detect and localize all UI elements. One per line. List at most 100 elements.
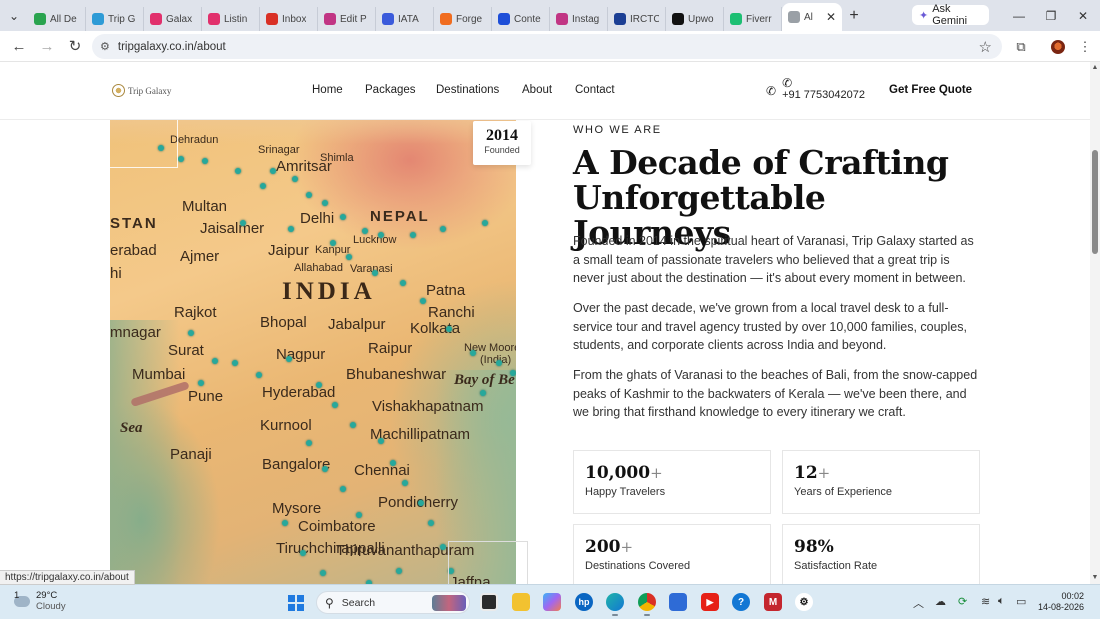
reload-button[interactable]: ↻ (62, 33, 88, 59)
browser-tab[interactable]: Upwo (666, 7, 724, 31)
tab-favicon-icon (324, 13, 336, 25)
tab-label: Inbox (282, 13, 307, 25)
browser-tab[interactable]: Listin (202, 7, 260, 31)
map-city-label: Raipur (368, 340, 413, 357)
tab-search-chevron-icon[interactable]: ⌄ (0, 0, 28, 31)
tab-label: Conte (514, 13, 541, 25)
phone-icon: ✆ (766, 84, 777, 98)
wifi-icon[interactable]: ≋ (981, 595, 990, 608)
chrome-icon[interactable] (638, 593, 656, 616)
battery-icon[interactable]: ▭ (1016, 595, 1026, 608)
scrollbar-thumb[interactable] (1092, 150, 1098, 254)
scroll-down-arrow-icon[interactable]: ▼ (1091, 574, 1099, 581)
browser-menu-icon[interactable]: ⋮ (1072, 31, 1098, 62)
nav-about[interactable]: About (522, 84, 552, 96)
map-route-dot (232, 360, 238, 366)
map-route-dot (330, 240, 336, 246)
map-city-label: Ranchi (428, 304, 475, 321)
task-view-icon[interactable] (480, 593, 498, 611)
minimize-button[interactable]: — (1003, 0, 1035, 31)
volume-icon[interactable]: 🔈︎ (998, 595, 1005, 608)
taskbar-search[interactable]: ⚲ Search (316, 591, 470, 614)
restore-button[interactable]: ❐ (1035, 0, 1067, 31)
map-route-dot (482, 220, 488, 226)
new-tab-button[interactable]: + (842, 7, 866, 25)
map-city-label: Bhopal (260, 314, 307, 331)
logo-emblem-icon (112, 84, 125, 97)
browser-tab[interactable]: Edit P (318, 7, 376, 31)
help-icon[interactable]: ? (732, 593, 750, 611)
map-route-dot (378, 438, 384, 444)
map-route-dot (428, 520, 434, 526)
hp-icon[interactable]: hp (575, 593, 593, 611)
sync-icon[interactable]: ⟳ (958, 595, 967, 608)
ask-gemini-label: Ask Gemini (932, 3, 968, 27)
browser-tab[interactable]: Instag (550, 7, 608, 31)
phone-link[interactable]: ✆ ✆ +91 7753042072 (766, 77, 865, 101)
tab-label: Listin (224, 13, 248, 25)
map-city-label: Hyderabad (262, 384, 336, 401)
site-logo[interactable]: Trip Galaxy (112, 84, 171, 97)
map-route-dot (320, 570, 326, 576)
map-route-dot (440, 226, 446, 232)
scroll-up-arrow-icon[interactable]: ▲ (1091, 64, 1099, 71)
browser-tab[interactable]: IATA (376, 7, 434, 31)
clock-time: 00:02 (1061, 591, 1084, 601)
mcafee-icon[interactable]: M (764, 593, 782, 611)
get-free-quote-button[interactable]: Get Free Quote (889, 84, 972, 96)
logo-text: Trip Galaxy (128, 85, 172, 96)
nav-packages[interactable]: Packages (365, 84, 416, 96)
browser-tab[interactable]: Forge (434, 7, 492, 31)
map-route-dot (178, 156, 184, 162)
map-city-label: STAN (110, 215, 158, 232)
browser-tab[interactable]: Fiverr (724, 7, 782, 31)
nav-destinations[interactable]: Destinations (436, 84, 499, 96)
map-city-label: Coimbatore (298, 518, 376, 535)
page-scrollbar[interactable]: ▲ ▼ (1090, 62, 1100, 584)
weather-widget[interactable]: 29°C Cloudy (14, 590, 66, 612)
system-clock[interactable]: 00:02 14-08-2026 (1036, 591, 1084, 613)
close-window-button[interactable]: ✕ (1067, 0, 1099, 31)
forward-button[interactable]: → (34, 33, 60, 59)
profile-avatar[interactable] (1045, 31, 1071, 62)
copilot-icon[interactable] (543, 593, 561, 611)
map-route-dot (496, 360, 502, 366)
file-explorer-icon[interactable] (512, 593, 530, 611)
address-bar[interactable]: ⚙ tripgalaxy.co.in/about ☆ (92, 34, 1002, 59)
founded-label: Founded (484, 145, 520, 155)
start-button[interactable] (288, 595, 304, 611)
map-city-label: Allahabad (294, 262, 343, 274)
search-highlight-image (432, 594, 466, 611)
browser-tab[interactable]: Galax (144, 7, 202, 31)
map-route-dot (292, 176, 298, 182)
webpage: Srinagar Amritsar Dehradun Shimla STAN Multan… (0, 62, 1090, 584)
site-info-icon[interactable]: ⚙ (100, 40, 110, 53)
onedrive-off-icon[interactable]: ☁ (935, 595, 946, 608)
stat-card-travelers: 10,000+ Happy Travelers (573, 450, 771, 514)
nav-home[interactable]: Home (312, 84, 343, 96)
ask-gemini-button[interactable]: ✦ Ask Gemini (912, 3, 989, 27)
browser-tab[interactable]: Trip G (86, 7, 144, 31)
back-button[interactable]: ← (6, 33, 32, 59)
extensions-icon[interactable]: ⧉ (1008, 31, 1034, 62)
store-icon[interactable] (669, 593, 687, 611)
browser-tab[interactable]: All De (28, 7, 86, 31)
close-tab-icon[interactable]: ✕ (826, 10, 836, 24)
map-city-label: Panaji (170, 446, 212, 463)
stat-label: Years of Experience (794, 486, 893, 498)
bookmark-star-icon[interactable]: ☆ (979, 38, 992, 56)
browser-tab[interactable]: Al ✕ (782, 3, 842, 31)
show-hidden-icons-chevron-icon[interactable]: ︿ (913, 595, 924, 611)
tab-label: Edit P (340, 13, 367, 25)
chatgpt-icon[interactable]: ⚙ (795, 593, 813, 611)
edge-icon[interactable] (606, 593, 624, 616)
browser-tab[interactable]: Conte (492, 7, 550, 31)
browser-tab[interactable]: IRCTC (608, 7, 666, 31)
browser-tab[interactable]: Inbox (260, 7, 318, 31)
youtube-icon[interactable]: ▶ (701, 593, 719, 611)
nav-contact[interactable]: Contact (575, 84, 615, 96)
tab-favicon-icon (382, 13, 394, 25)
map-city-label: mnagar (110, 324, 161, 341)
founded-year: 2014 (486, 127, 518, 144)
map-route-dot (256, 372, 262, 378)
